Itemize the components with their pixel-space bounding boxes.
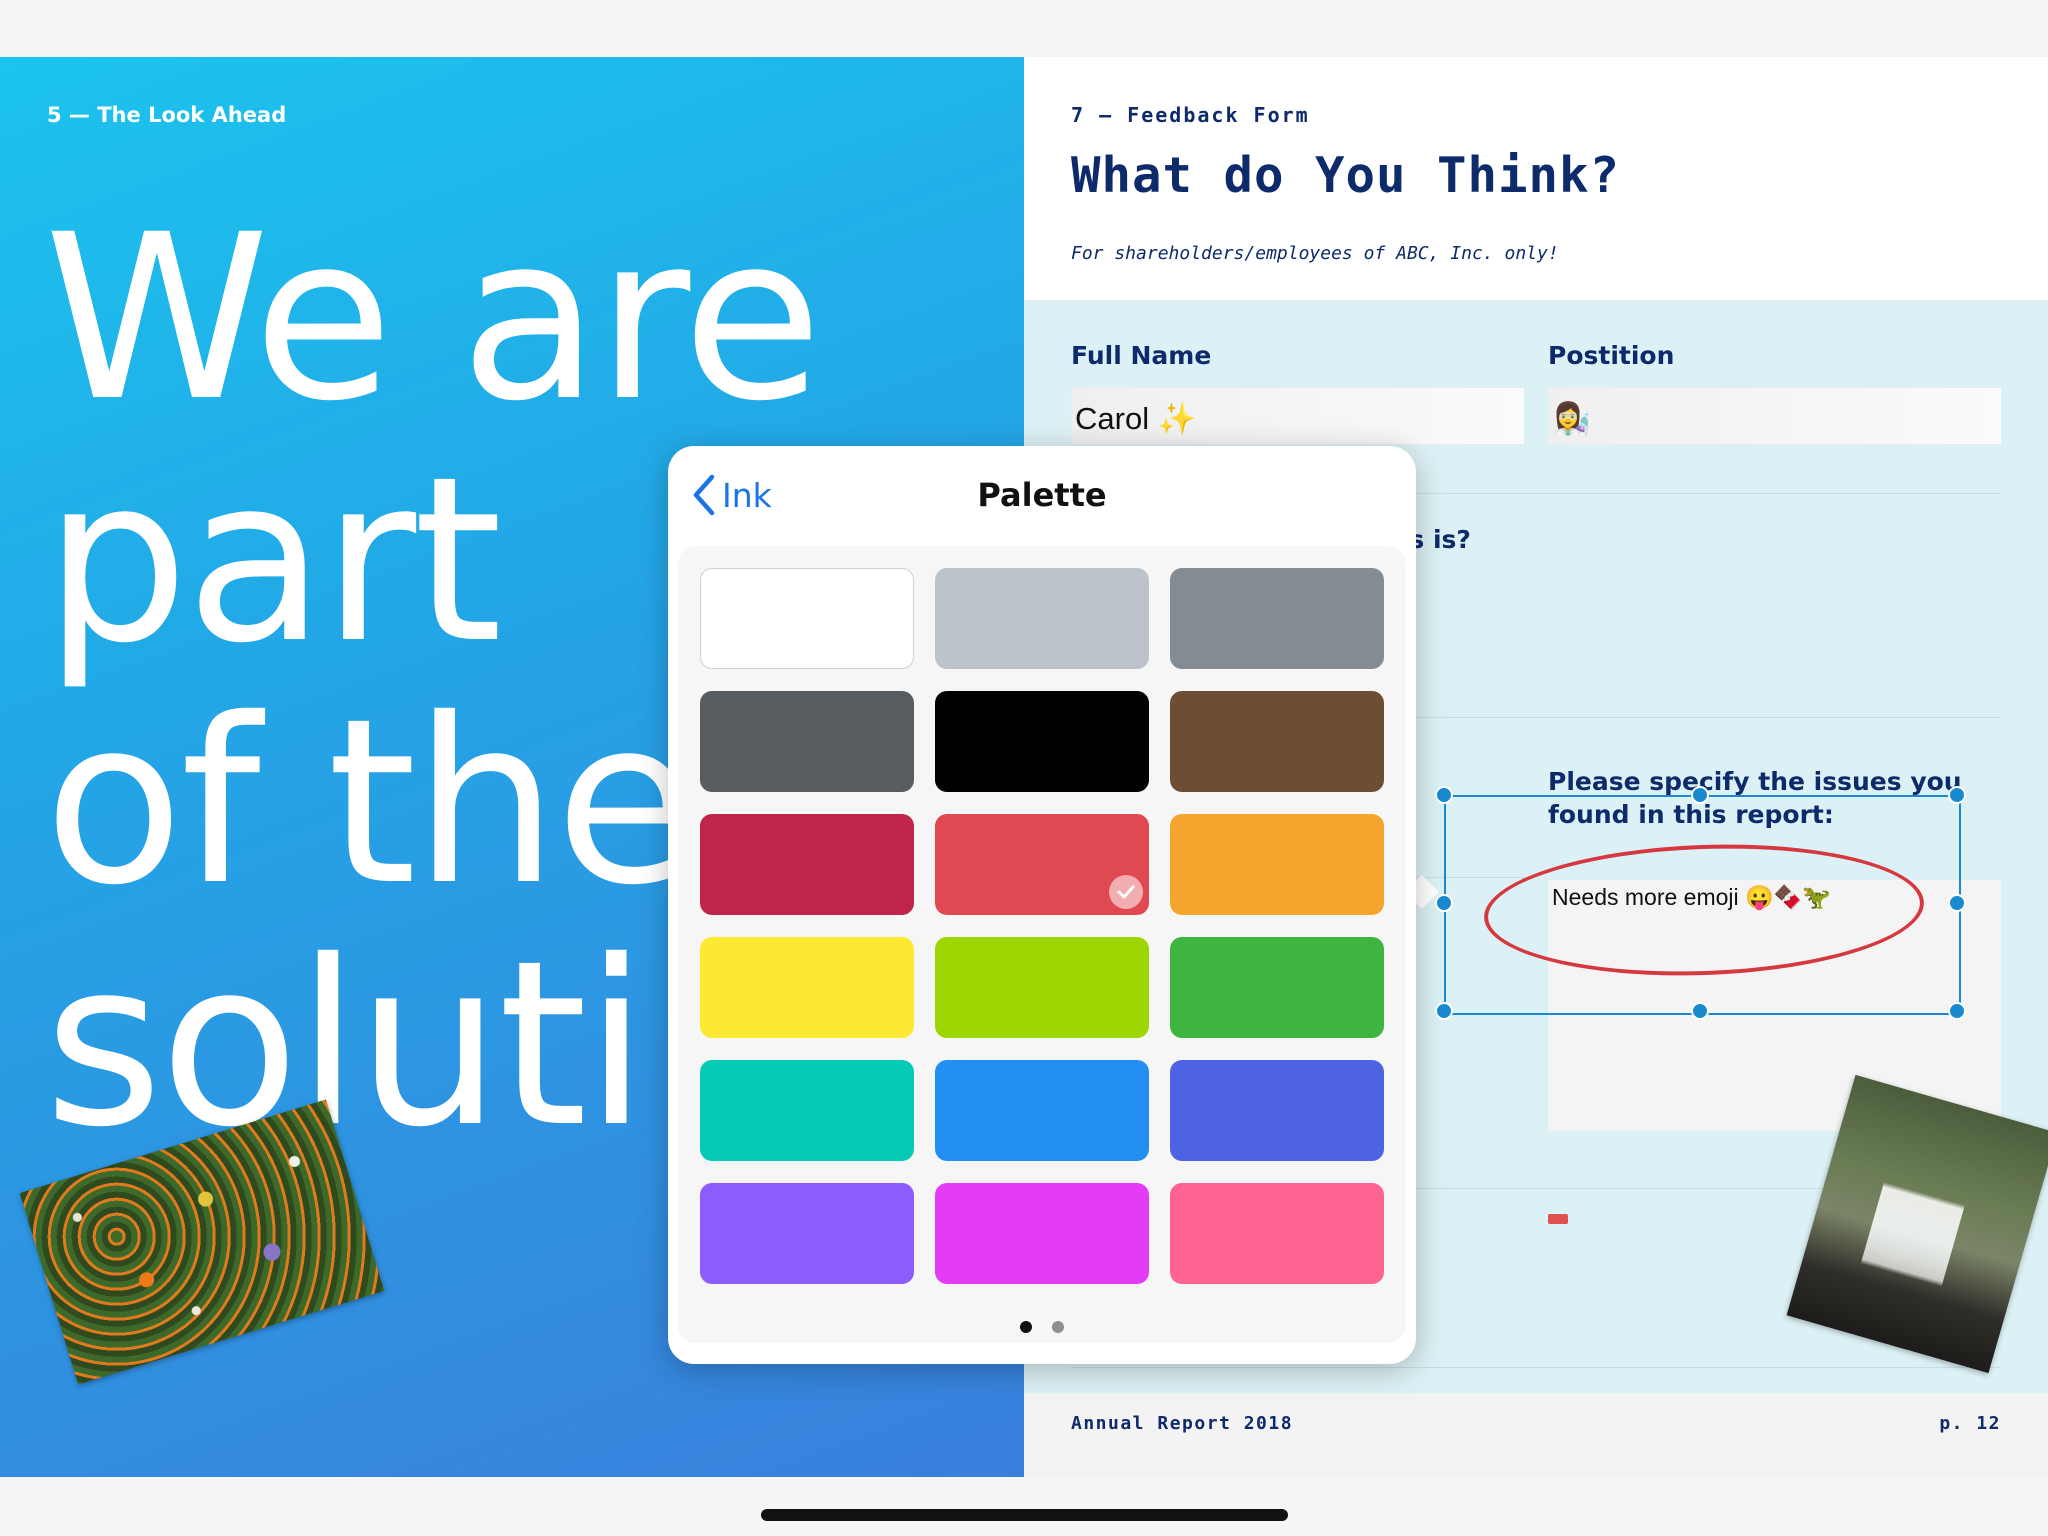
- swatch-indigo[interactable]: [1170, 1060, 1384, 1161]
- swatch-magenta[interactable]: [935, 1183, 1149, 1284]
- page-dot[interactable]: [1052, 1321, 1064, 1333]
- resize-handle-top-left[interactable]: [1435, 786, 1453, 804]
- section-label: 7 — Feedback Form: [1071, 103, 1310, 127]
- sign-here-tag[interactable]: [1548, 1214, 1568, 1224]
- home-indicator[interactable]: [761, 1509, 1288, 1521]
- top-status-bar: [0, 0, 2048, 57]
- resize-handle-top[interactable]: [1691, 786, 1709, 804]
- position-label: Postition: [1548, 341, 1675, 370]
- position-input[interactable]: 👩‍🔬: [1548, 388, 2001, 444]
- page-dot[interactable]: [1020, 1321, 1032, 1333]
- position-value: 👩‍🔬: [1552, 401, 1591, 436]
- resize-handle-bottom-left[interactable]: [1435, 1002, 1453, 1020]
- swatch-green[interactable]: [1170, 937, 1384, 1038]
- full-name-input[interactable]: Carol ✨: [1071, 388, 1524, 444]
- selection-box[interactable]: [1444, 795, 1961, 1015]
- resize-handle-top-right[interactable]: [1948, 786, 1966, 804]
- swatch-crimson[interactable]: [700, 814, 914, 915]
- swatch-teal[interactable]: [700, 1060, 914, 1161]
- swatch-pink[interactable]: [1170, 1183, 1384, 1284]
- form-subtitle: For shareholders/employees of ABC, Inc. …: [1071, 243, 1559, 264]
- heading-line: We are: [44, 185, 823, 451]
- swatch-orange[interactable]: [1170, 814, 1384, 915]
- full-name-value: Carol ✨: [1075, 401, 1197, 436]
- resize-handle-bottom-right[interactable]: [1948, 1002, 1966, 1020]
- footer-report-title: Annual Report 2018: [1071, 1413, 1294, 1434]
- swatch-purple[interactable]: [700, 1183, 914, 1284]
- footer-page-number: p. 12: [1939, 1413, 2001, 1434]
- resize-handle-bottom[interactable]: [1691, 1002, 1709, 1020]
- resize-handle-right[interactable]: [1948, 894, 1966, 912]
- swatch-red[interactable]: [935, 814, 1149, 915]
- page-footer: [1024, 1393, 2048, 1477]
- bottom-bar: [0, 1477, 2048, 1536]
- swatch-lime[interactable]: [935, 937, 1149, 1038]
- resize-handle-left[interactable]: [1435, 894, 1453, 912]
- swatch-yellow[interactable]: [700, 937, 914, 1038]
- left-page-eyebrow: 5 — The Look Ahead: [47, 103, 287, 127]
- popover-title: Palette: [977, 476, 1107, 514]
- swatch-white[interactable]: [700, 568, 914, 669]
- checkmark-icon: [1109, 875, 1143, 909]
- form-title: What do You Think?: [1071, 147, 1621, 204]
- swatch-gray[interactable]: [1170, 568, 1384, 669]
- divider: [1071, 1367, 2001, 1368]
- swatch-blue[interactable]: [935, 1060, 1149, 1161]
- swatch-dark-gray[interactable]: [700, 691, 914, 792]
- full-name-label: Full Name: [1071, 341, 1212, 370]
- swatch-light-gray[interactable]: [935, 568, 1149, 669]
- swatch-black[interactable]: [935, 691, 1149, 792]
- swatch-brown[interactable]: [1170, 691, 1384, 792]
